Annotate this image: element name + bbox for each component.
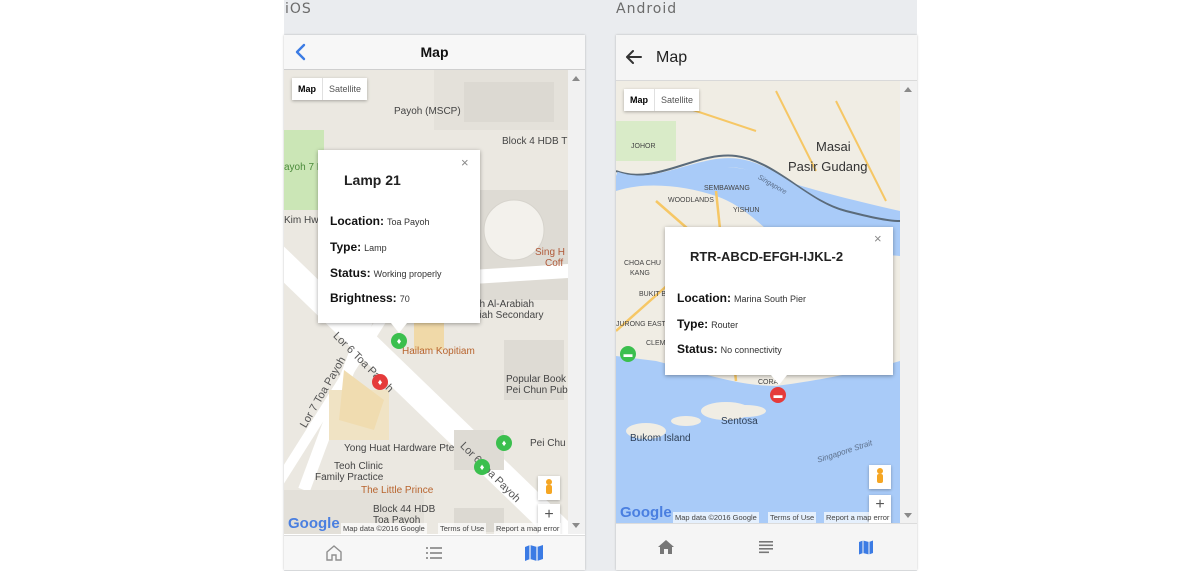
- tab-list[interactable]: [384, 536, 484, 570]
- map-label: ah Al-Arabiah: [474, 299, 535, 310]
- map-view[interactable]: Map Satellite Masai Pasir Gudang JOHOR S…: [616, 81, 900, 524]
- lamp-marker[interactable]: ♦: [496, 435, 512, 451]
- google-logo: Google: [620, 504, 672, 521]
- scrollbar[interactable]: [900, 81, 917, 524]
- map-type-satellite[interactable]: Satellite: [323, 78, 367, 100]
- scroll-down-icon[interactable]: [904, 513, 912, 518]
- map-label: Teoh Clinic: [334, 461, 383, 472]
- terms-link[interactable]: Terms of Use: [438, 523, 487, 534]
- page-title: Map: [656, 49, 688, 66]
- info-window-title: Lamp 21: [344, 172, 401, 188]
- map-label: KANG: [630, 270, 650, 277]
- map-view[interactable]: Map Satellite Payoh (MSCP) Block 4 HDB T…: [284, 70, 568, 534]
- map-label: Masai: [816, 139, 851, 154]
- info-row-location: Location: Toa Payoh: [330, 214, 430, 228]
- map-label: Sentosa: [721, 416, 758, 427]
- tab-map[interactable]: [816, 524, 916, 570]
- arrow-left-icon[interactable]: [624, 47, 644, 67]
- tab-list[interactable]: [716, 524, 816, 570]
- pegman-icon[interactable]: [869, 465, 891, 489]
- map-label: CHOA CHU: [624, 260, 661, 267]
- lamp-marker[interactable]: ♦: [474, 459, 490, 475]
- map-label: Pei Chu: [530, 438, 566, 449]
- map-label: CLEM: [646, 340, 666, 347]
- lamp-marker[interactable]: ♦: [391, 333, 407, 349]
- scroll-up-icon[interactable]: [572, 76, 580, 81]
- map-label: Pasir Gudang: [788, 159, 868, 174]
- map-label: Yong Huat Hardware Pte: [344, 443, 455, 454]
- map-label: biah Secondary: [474, 310, 544, 321]
- pegman-icon[interactable]: [538, 476, 560, 500]
- android-label: Android: [616, 1, 678, 17]
- info-window: RTR-ABCD-EFGH-IJKL-2 × Location: Marina S…: [665, 227, 893, 375]
- map-type-control: Map Satellite: [624, 89, 700, 111]
- ios-phone: Map Map Satellite Payoh (MSCP) Block 4 H…: [284, 35, 585, 570]
- map-label: WOODLANDS: [668, 197, 714, 204]
- map-data-text: Map data ©2016 Google: [341, 523, 427, 534]
- scroll-up-icon[interactable]: [904, 87, 912, 92]
- map-type-map[interactable]: Map: [624, 89, 655, 111]
- android-header: Map: [616, 35, 917, 81]
- list-icon: [759, 541, 773, 554]
- map-type-map[interactable]: Map: [292, 78, 323, 100]
- map-label: JURONG EAST: [616, 321, 666, 328]
- report-error-link[interactable]: Report a map error: [824, 512, 892, 523]
- router-marker[interactable]: ▬: [770, 387, 786, 403]
- map-type-satellite[interactable]: Satellite: [655, 89, 699, 111]
- info-row-status: Status: Working properly: [330, 266, 442, 280]
- google-logo: Google: [288, 515, 340, 532]
- close-icon[interactable]: ×: [461, 155, 469, 170]
- map-label: Pei Chun Pub: [506, 385, 568, 396]
- map-label: SEMBAWANG: [704, 185, 750, 192]
- tab-bar: [284, 535, 585, 570]
- lamp-marker[interactable]: ♦: [372, 374, 388, 390]
- info-row-type: Type: Lamp: [330, 240, 387, 254]
- home-icon: [326, 545, 342, 561]
- map-label: Block 44 HDB: [373, 504, 436, 515]
- tab-bar: [616, 523, 917, 570]
- tab-map[interactable]: [484, 536, 584, 570]
- info-row-brightness: Brightness: 70: [330, 291, 410, 305]
- scrollbar[interactable]: [568, 70, 585, 534]
- ios-label: iOS: [285, 1, 312, 17]
- router-marker[interactable]: ▬: [620, 346, 636, 362]
- info-row-location: Location: Marina South Pier: [677, 291, 807, 305]
- list-icon: [426, 547, 442, 559]
- home-icon: [658, 540, 674, 554]
- info-row-status: Status: No connectivity: [677, 342, 782, 356]
- info-row-type: Type: Router: [677, 317, 739, 331]
- close-icon[interactable]: ×: [874, 231, 882, 246]
- tab-home[interactable]: [616, 524, 716, 570]
- map-label: JOHOR: [631, 143, 656, 150]
- map-label: Block 4 HDB T: [502, 136, 568, 147]
- report-error-link[interactable]: Report a map error: [494, 523, 562, 534]
- map-icon: [525, 545, 543, 561]
- info-window-title: RTR-ABCD-EFGH-IJKL-2: [690, 249, 844, 264]
- map-icon: [859, 540, 873, 554]
- info-window-tail: [391, 323, 407, 333]
- map-label: YISHUN: [733, 207, 760, 214]
- tab-home[interactable]: [284, 536, 384, 570]
- android-phone: Map Map Satellite Masai Pasir Gudang JOH…: [616, 35, 917, 570]
- map-label: Family Practice: [315, 472, 384, 483]
- page-title: Map: [420, 44, 449, 60]
- scroll-down-icon[interactable]: [572, 523, 580, 528]
- map-label: Bukom Island: [630, 433, 691, 444]
- map-label: The Little Prince: [361, 485, 434, 496]
- map-label: Coff: [545, 258, 564, 269]
- map-label: Sing H: [535, 247, 566, 258]
- map-label: Popular Book: [506, 374, 567, 385]
- map-data-text: Map data ©2016 Google: [673, 512, 759, 523]
- terms-link[interactable]: Terms of Use: [768, 512, 817, 523]
- info-window-tail: [771, 375, 787, 385]
- ios-header: Map: [284, 35, 585, 70]
- map-type-control: Map Satellite: [292, 78, 368, 100]
- info-window: Lamp 21 × Location: Toa Payoh Type: Lamp S…: [318, 150, 480, 323]
- map-label: Payoh (MSCP): [394, 106, 461, 117]
- map-label: Hailam Kopitiam: [402, 346, 475, 357]
